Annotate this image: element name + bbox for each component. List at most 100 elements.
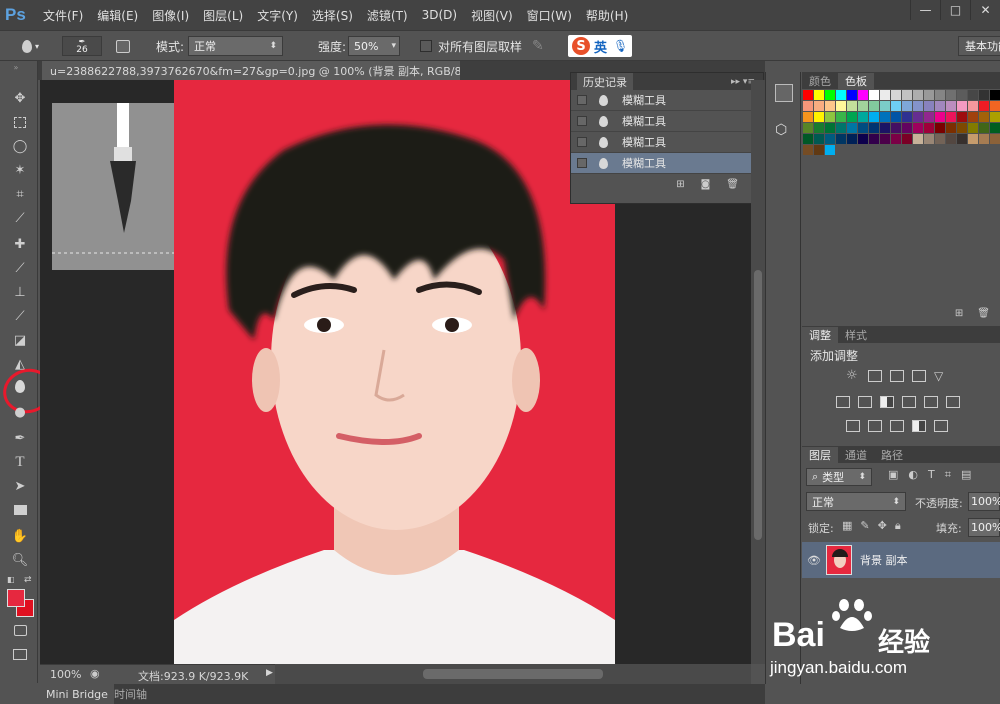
curves-icon[interactable] — [890, 370, 904, 382]
delete-icon[interactable]: 🗑︎ — [977, 308, 990, 324]
layer-filter-select[interactable]: ⌕ 类型 ⬍ — [806, 468, 872, 486]
history-brush-tool-icon[interactable]: ⟋ — [10, 307, 30, 325]
color-swatch[interactable] — [880, 90, 890, 100]
history-item[interactable]: 模糊工具 — [571, 111, 763, 132]
pen-tool-icon[interactable]: ✒ — [10, 429, 30, 447]
history-item[interactable]: 模糊工具 — [571, 132, 763, 153]
color-swatch[interactable] — [869, 123, 879, 133]
color-swatch[interactable] — [924, 101, 934, 111]
document-tab[interactable]: u=2388622788,3973762670&fm=27&gp=0.jpg @… — [42, 61, 460, 80]
color-swatch[interactable] — [891, 123, 901, 133]
gradient-map-icon[interactable] — [912, 420, 926, 432]
threshold-icon[interactable] — [890, 420, 904, 432]
color-swatch[interactable] — [902, 112, 912, 122]
path-selection-tool-icon[interactable]: ➤ — [10, 477, 30, 495]
color-swatch[interactable] — [825, 90, 835, 100]
color-swatch[interactable] — [825, 112, 835, 122]
collapse-icon[interactable]: » — [6, 63, 26, 72]
lasso-tool-icon[interactable]: ◯ — [10, 137, 30, 155]
quick-mask-icon[interactable] — [10, 621, 30, 639]
3d-cube-icon[interactable]: ⬡ — [775, 122, 793, 140]
color-swatch[interactable] — [858, 90, 868, 100]
color-swatch[interactable] — [825, 145, 835, 155]
color-swatch[interactable] — [858, 134, 868, 144]
color-swatch[interactable] — [836, 90, 846, 100]
color-swatch[interactable] — [946, 134, 956, 144]
filter-type-icon[interactable]: T — [928, 468, 935, 482]
tab-styles[interactable]: 样式 — [838, 327, 874, 343]
color-lookup-icon[interactable] — [946, 396, 960, 408]
brush-panel-toggle-icon[interactable] — [116, 36, 130, 56]
menu-image[interactable]: 图像(I) — [152, 7, 189, 24]
posterize-icon[interactable] — [868, 420, 882, 432]
lock-transparent-icon[interactable]: ▦ — [842, 519, 852, 533]
move-tool-icon[interactable]: ✥ — [10, 89, 30, 107]
foreground-color-swatch[interactable] — [7, 589, 25, 607]
color-swatch[interactable] — [825, 123, 835, 133]
color-swatch[interactable] — [957, 134, 967, 144]
color-swatch[interactable] — [814, 90, 824, 100]
color-swatch[interactable] — [858, 112, 868, 122]
menu-file[interactable]: 文件(F) — [43, 7, 83, 24]
hue-saturation-icon[interactable] — [836, 396, 850, 408]
dodge-tool-icon[interactable]: ● — [10, 403, 30, 421]
color-swatch[interactable] — [803, 101, 813, 111]
color-swatch[interactable] — [935, 101, 945, 111]
color-swatch[interactable] — [847, 101, 857, 111]
vertical-scrollbar[interactable] — [751, 80, 765, 664]
color-swatch[interactable] — [990, 134, 1000, 144]
restore-button[interactable]: □ — [940, 0, 970, 20]
color-swatch[interactable] — [935, 90, 945, 100]
color-swatch[interactable] — [946, 112, 956, 122]
sample-all-layers-checkbox[interactable]: 对所有图层取样 — [420, 36, 522, 56]
color-swatch[interactable] — [913, 101, 923, 111]
color-swatch[interactable] — [935, 134, 945, 144]
strength-field[interactable]: 50% ▾ — [348, 36, 400, 56]
color-swatch[interactable] — [946, 101, 956, 111]
tab-paths[interactable]: 路径 — [874, 447, 910, 463]
color-swatch[interactable] — [803, 90, 813, 100]
close-window-button[interactable]: ✕ — [970, 0, 1000, 20]
lock-all-icon[interactable]: 🔒︎ — [895, 519, 901, 533]
color-swatch[interactable] — [957, 112, 967, 122]
color-swatch[interactable] — [946, 123, 956, 133]
filter-smart-object-icon[interactable]: ▤ — [961, 468, 971, 482]
color-swatch[interactable] — [803, 112, 813, 122]
color-swatch[interactable] — [869, 101, 879, 111]
menu-select[interactable]: 选择(S) — [312, 7, 353, 24]
new-snapshot-icon[interactable]: ◙ — [701, 179, 711, 190]
color-swatch[interactable] — [880, 112, 890, 122]
swatch-grid[interactable] — [802, 89, 1000, 169]
new-document-from-state-icon[interactable]: ⊞ — [676, 179, 684, 190]
color-swatch[interactable] — [814, 112, 824, 122]
color-swatch[interactable] — [968, 90, 978, 100]
color-swatch[interactable] — [869, 112, 879, 122]
color-swatch[interactable] — [924, 112, 934, 122]
brush-tool-icon[interactable]: ⟋ — [10, 259, 30, 277]
healing-brush-tool-icon[interactable]: ✚ — [10, 235, 30, 253]
color-swatch[interactable] — [880, 134, 890, 144]
color-swatch[interactable] — [979, 123, 989, 133]
color-swatch[interactable] — [858, 123, 868, 133]
color-swatch[interactable] — [902, 101, 912, 111]
color-swatch[interactable] — [836, 112, 846, 122]
menu-type[interactable]: 文字(Y) — [257, 7, 298, 24]
color-swatch[interactable] — [968, 112, 978, 122]
color-swatch[interactable] — [968, 101, 978, 111]
brightness-contrast-icon[interactable]: ☼ — [846, 369, 860, 382]
delete-icon[interactable]: 🗑︎ — [726, 179, 739, 190]
photo-filter-icon[interactable] — [902, 396, 916, 408]
status-menu-arrow-icon[interactable]: ▶ — [266, 668, 273, 678]
color-swatch[interactable] — [814, 145, 824, 155]
eraser-tool-icon[interactable]: ◪ — [10, 331, 30, 349]
channel-mixer-icon[interactable] — [924, 396, 938, 408]
color-balance-icon[interactable] — [858, 396, 872, 408]
color-swatch[interactable] — [825, 101, 835, 111]
color-swatch[interactable] — [946, 90, 956, 100]
pressure-icon[interactable]: ✎ — [532, 36, 544, 56]
color-swatch[interactable] — [836, 101, 846, 111]
mode-select[interactable]: 正常 ⬍ — [188, 36, 283, 56]
color-swatch[interactable] — [924, 123, 934, 133]
fill-field[interactable]: 100% — [968, 518, 1000, 537]
opacity-field[interactable]: 100% — [968, 492, 1000, 511]
